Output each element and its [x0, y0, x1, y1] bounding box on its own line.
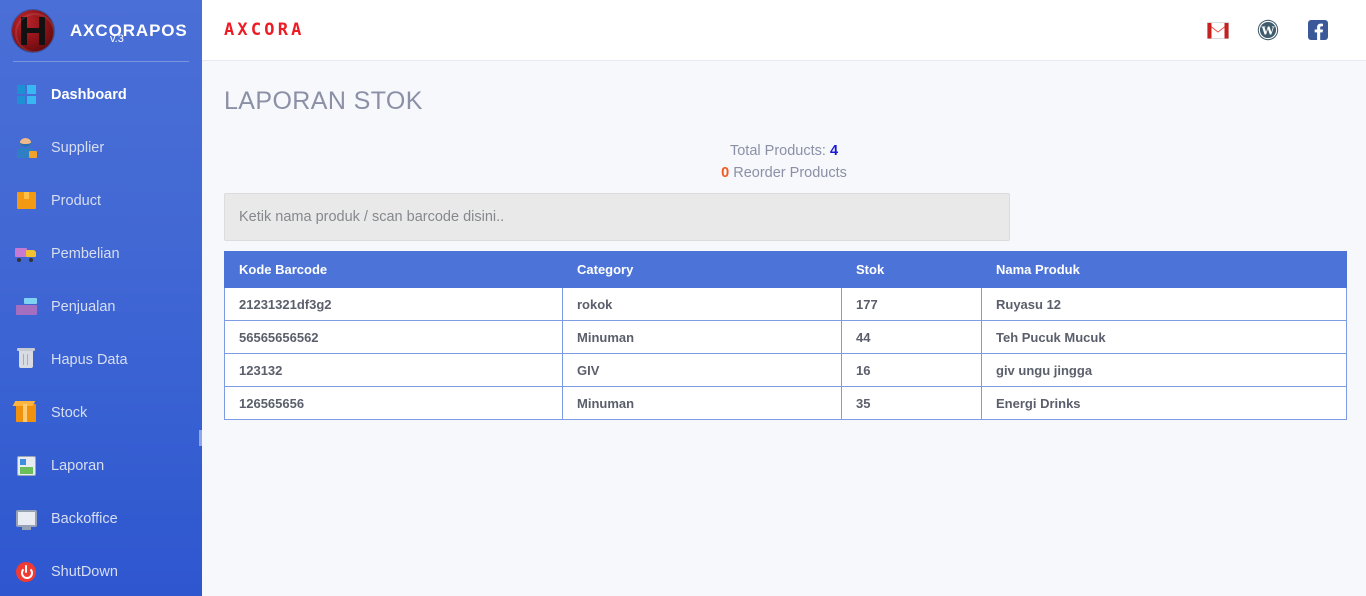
power-icon [14, 560, 38, 584]
box-icon [14, 189, 38, 213]
table-row[interactable]: 126565656 Minuman 35 Energi Drinks [224, 386, 1347, 420]
main-content: AXCORA W LAPORAN STOK Total Products: 4 … [202, 0, 1366, 596]
cell-category: GIV [562, 353, 842, 387]
cell-nama: Teh Pucuk Mucuk [981, 320, 1347, 354]
column-header-stok[interactable]: Stok [841, 251, 982, 288]
sidebar-nav: Dashboard Supplier Product Pembelian Pen… [0, 62, 202, 596]
svg-text:W: W [1261, 24, 1276, 38]
cell-category: Minuman [562, 320, 842, 354]
app-root: AXCORAPOS v.3 Dashboard Supplier Product… [0, 0, 1366, 596]
trash-icon [14, 348, 38, 372]
stock-table-container: Kode Barcode Category Stok Nama Produk 2… [224, 251, 1347, 420]
cell-nama: Energi Drinks [981, 386, 1347, 420]
sidebar-item-label: Product [51, 192, 101, 209]
total-products-label: Total Products: [729, 143, 826, 159]
cell-stok: 177 [841, 287, 982, 321]
report-clipboard-icon [14, 454, 38, 478]
table-row[interactable]: 56565656562 Minuman 44 Teh Pucuk Mucuk [224, 320, 1347, 354]
wordpress-icon[interactable]: W [1256, 18, 1280, 42]
stats-summary: Total Products: 4 0 Reorder Products [202, 140, 1366, 184]
sidebar-item-dashboard[interactable]: Dashboard [0, 68, 202, 121]
table-body: 21231321df3g2 rokok 177 Ruyasu 12 565656… [224, 287, 1347, 420]
reorder-products-value: 0 [721, 165, 730, 181]
cell-nama: giv ungu jingga [981, 353, 1347, 387]
top-header: AXCORA W [202, 0, 1366, 61]
facebook-icon[interactable] [1306, 18, 1330, 42]
reorder-products-label: Reorder Products [733, 165, 847, 181]
column-header-category[interactable]: Category [562, 251, 842, 288]
reorder-products-line: 0 Reorder Products [202, 162, 1366, 184]
search-area [224, 193, 1010, 241]
stock-table: Kode Barcode Category Stok Nama Produk 2… [224, 251, 1347, 420]
column-header-kode-barcode[interactable]: Kode Barcode [224, 251, 563, 288]
page-title: LAPORAN STOK [224, 87, 423, 115]
sidebar-item-pembelian[interactable]: Pembelian [0, 227, 202, 280]
sidebar-item-penjualan[interactable]: Penjualan [0, 280, 202, 333]
sidebar-item-label: Dashboard [51, 86, 127, 103]
cell-stok: 35 [841, 386, 982, 420]
total-products-line: Total Products: 4 [202, 140, 1366, 162]
sidebar-brand[interactable]: AXCORAPOS v.3 [0, 0, 202, 61]
sidebar-item-label: Pembelian [51, 245, 120, 262]
sidebar-item-hapus-data[interactable]: Hapus Data [0, 333, 202, 386]
cell-category: rokok [562, 287, 842, 321]
sidebar-item-label: Stock [51, 404, 88, 421]
sidebar-item-label: Hapus Data [51, 351, 128, 368]
sidebar-item-label: Supplier [51, 139, 105, 156]
sidebar-item-label: Penjualan [51, 298, 116, 315]
column-header-nama-produk[interactable]: Nama Produk [981, 251, 1347, 288]
sidebar-item-label: Laporan [51, 457, 105, 474]
brand-version: v.3 [110, 33, 124, 45]
sidebar-item-laporan[interactable]: Laporan [0, 439, 202, 492]
table-header: Kode Barcode Category Stok Nama Produk [224, 251, 1347, 288]
monitor-icon [14, 507, 38, 531]
cell-stok: 16 [841, 353, 982, 387]
table-row[interactable]: 21231321df3g2 rokok 177 Ruyasu 12 [224, 287, 1347, 321]
table-row[interactable]: 123132 GIV 16 giv ungu jingga [224, 353, 1347, 387]
axcora-logo: AXCORA [224, 20, 305, 40]
sidebar: AXCORAPOS v.3 Dashboard Supplier Product… [0, 0, 202, 596]
package-box-icon [14, 401, 38, 425]
cell-barcode: 21231321df3g2 [224, 287, 563, 321]
header-icon-group: W [1206, 18, 1330, 42]
app-logo-icon [12, 9, 54, 52]
table-header-row: Kode Barcode Category Stok Nama Produk [224, 251, 1347, 288]
cell-nama: Ruyasu 12 [981, 287, 1347, 321]
cash-register-icon [14, 295, 38, 319]
cell-barcode: 126565656 [224, 386, 563, 420]
brand-title: AXCORAPOS [70, 20, 188, 40]
sidebar-scrollbar[interactable] [199, 430, 202, 446]
cell-barcode: 56565656562 [224, 320, 563, 354]
sidebar-item-label: ShutDown [51, 563, 118, 580]
windows-icon [14, 83, 38, 107]
page-head: LAPORAN STOK [202, 61, 1366, 116]
sidebar-item-backoffice[interactable]: Backoffice [0, 492, 202, 545]
sidebar-item-label: Backoffice [51, 510, 118, 527]
sidebar-item-shutdown[interactable]: ShutDown [0, 545, 202, 596]
total-products-value: 4 [829, 143, 839, 159]
cell-stok: 44 [841, 320, 982, 354]
search-input[interactable] [224, 193, 1010, 241]
sidebar-item-supplier[interactable]: Supplier [0, 121, 202, 174]
supplier-person-icon [14, 136, 38, 160]
cell-barcode: 123132 [224, 353, 563, 387]
sidebar-item-stock[interactable]: Stock [0, 386, 202, 439]
gmail-icon[interactable] [1206, 18, 1230, 42]
delivery-truck-icon [14, 242, 38, 266]
cell-category: Minuman [562, 386, 842, 420]
sidebar-item-product[interactable]: Product [0, 174, 202, 227]
